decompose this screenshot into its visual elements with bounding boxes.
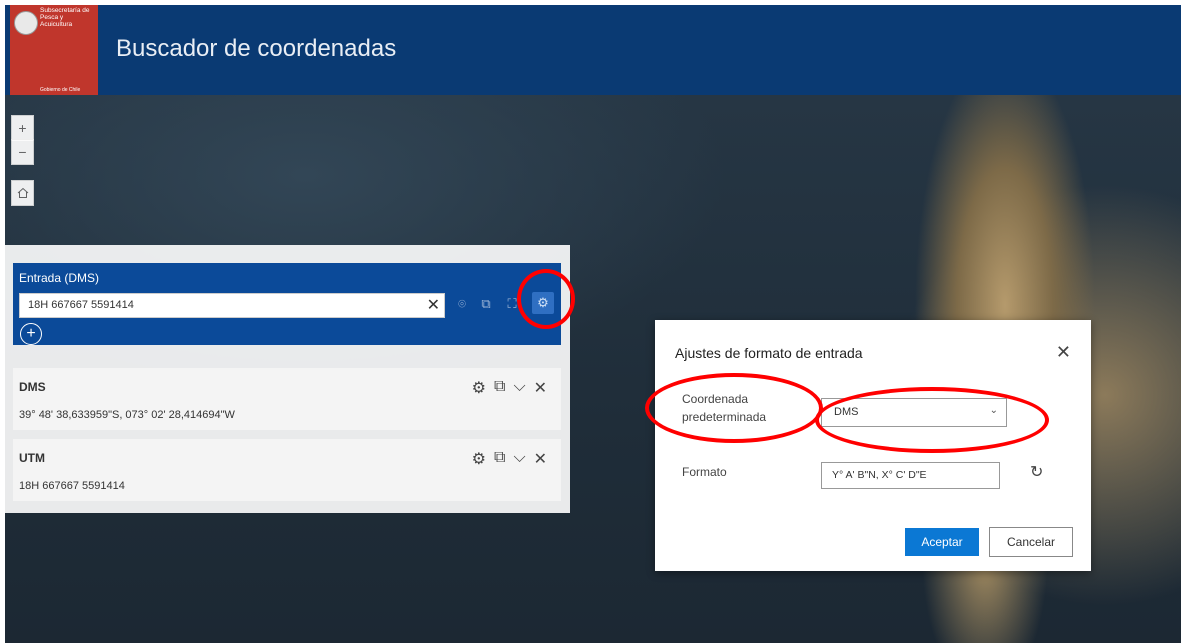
app-frame: Subsecretaría de Pesca y Acuicultura Gob… [5,5,1181,643]
close-icon[interactable]: ✕ [427,295,440,315]
output-actions: ⚙ ⧉ ⌵ ✕ [472,378,547,398]
settings-icon[interactable]: ⚙ [472,378,486,398]
output-title: UTM [19,451,45,465]
coat-of-arms-icon [14,11,38,35]
coordinate-input-value: 18H 667667 5591414 [28,299,134,311]
add-conversion-button[interactable]: + [20,323,42,345]
output-actions: ⚙ ⧉ ⌵ ✕ [472,449,547,469]
copy-icon[interactable]: ⧉ [494,449,505,469]
output-value: 39° 48' 38,633959"S, 073° 02' 28,414694"… [19,409,235,421]
dialog-title: Ajustes de formato de entrada [675,345,863,361]
zoom-in-button[interactable]: + [11,115,34,141]
coordinate-input[interactable]: 18H 667667 5591414 ✕ [19,293,445,318]
close-icon[interactable]: ✕ [534,378,547,398]
page-title: Buscador de coordenadas [116,35,397,62]
app-header: Subsecretaría de Pesca y Acuicultura Gob… [5,5,1181,95]
output-value: 18H 667667 5591414 [19,480,125,492]
chevron-down-icon[interactable]: ⌵ [513,449,525,469]
input-card: Entrada (DMS) 18H 667667 5591414 ✕ ⌾ ⧉ ⛶… [13,263,561,345]
close-icon[interactable]: ✕ [534,449,547,469]
annotation-circle-settings [517,269,575,329]
copy-icon[interactable]: ⧉ [477,295,495,313]
format-label: Formato [682,465,727,479]
output-title: DMS [19,380,46,394]
output-card-utm: UTM 18H 667667 5591414 ⚙ ⧉ ⌵ ✕ [13,439,561,501]
gov-label: Gobierno de Chile [40,87,81,93]
format-input[interactable]: Y° A' B"N, X° C' D"E [821,462,1000,489]
zoom-out-button[interactable]: − [11,139,34,165]
format-input-value: Y° A' B"N, X° C' D"E [832,469,927,481]
accept-button[interactable]: Aceptar [905,528,979,556]
home-button[interactable] [11,180,34,206]
annotation-circle-select [815,387,1049,453]
cancel-button[interactable]: Cancelar [989,527,1073,557]
org-name: Subsecretaría de Pesca y Acuicultura [40,7,90,28]
home-icon [17,187,28,198]
reset-icon[interactable]: ↻ [1030,462,1043,482]
copy-icon[interactable]: ⧉ [494,378,505,398]
map-pin-icon[interactable]: ⌾ [453,295,471,313]
output-card-dms: DMS 39° 48' 38,633959"S, 073° 02' 28,414… [13,368,561,430]
coordinate-panel: Entrada (DMS) 18H 667667 5591414 ✕ ⌾ ⧉ ⛶… [5,245,570,513]
input-label: Entrada (DMS) [19,271,100,285]
settings-icon[interactable]: ⚙ [472,449,486,469]
annotation-circle-label [645,373,823,443]
close-icon[interactable]: ✕ [1056,342,1071,363]
chevron-down-icon[interactable]: ⌵ [513,378,525,398]
logo: Subsecretaría de Pesca y Acuicultura Gob… [10,5,98,95]
